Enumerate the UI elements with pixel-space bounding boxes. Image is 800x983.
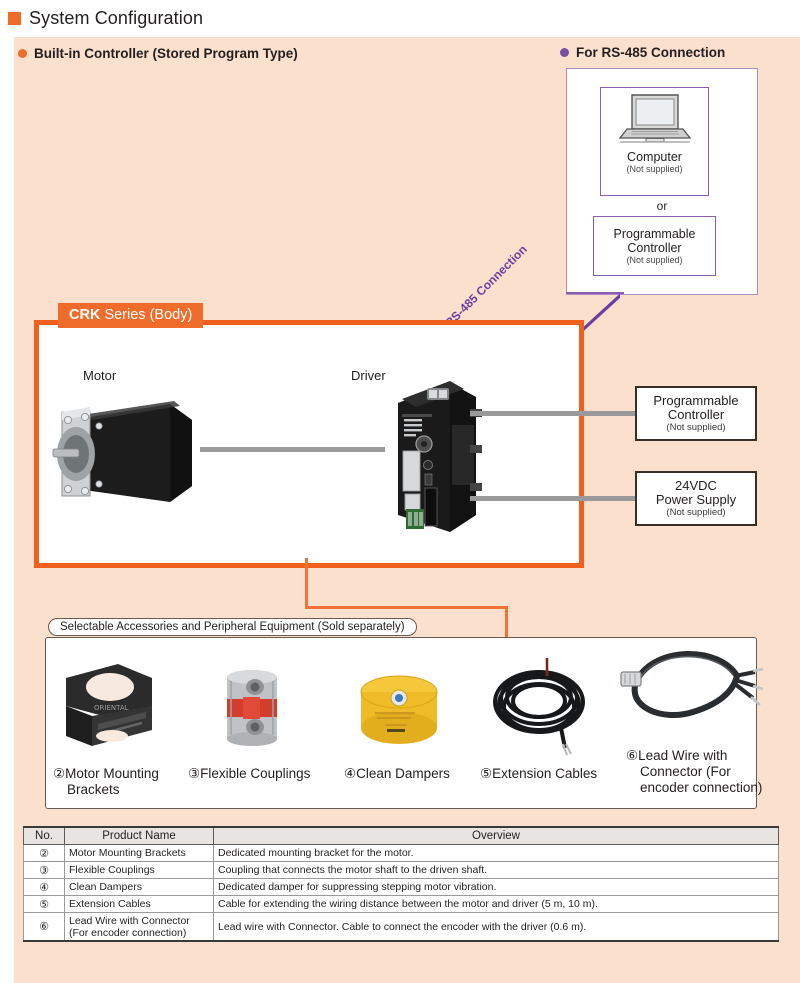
table-head: No. Product Name Overview	[23, 826, 779, 845]
accessory-label-3-line1: Flexible Couplings	[200, 766, 311, 781]
accessory-label-6-line1: Lead Wire with	[638, 748, 728, 763]
clean-damper-icon	[360, 675, 438, 744]
crk-tab-bold: CRK	[69, 307, 101, 323]
page-title-bar: System Configuration	[0, 0, 800, 37]
accessory-number-3: ③	[188, 766, 201, 781]
accessory-label-2-line1: Motor Mounting	[65, 766, 159, 781]
motor-icon	[52, 401, 192, 502]
rs485-device-card: Computer (Not supplied) or Programmable …	[566, 68, 758, 295]
table-cell-no: ⑤	[23, 895, 65, 913]
computer-box: Computer (Not supplied)	[600, 87, 709, 196]
computer-label: Computer	[627, 150, 682, 164]
accessory-label-2-line2: Brackets	[67, 781, 120, 797]
driver-icon	[398, 381, 482, 532]
plc-label-line2: Controller	[627, 241, 682, 255]
accessory-label-2: ②Motor Mounting Brackets	[53, 766, 183, 798]
accessory-label-6-line2: Connector (For	[640, 763, 731, 779]
or-separator: or	[656, 199, 668, 213]
system-configuration-page: System Configuration Built-in Controller…	[0, 0, 800, 983]
table-cell-product-name: Extension Cables	[64, 895, 214, 913]
plc-side-line2: Controller	[667, 407, 725, 422]
table-cell-overview: Dedicated damper for suppressing steppin…	[213, 878, 779, 896]
section-heading-built-in-label: Built-in Controller (Stored Program Type…	[34, 46, 298, 61]
psu-side-note: (Not supplied)	[666, 507, 726, 519]
table-cell-product-name: Clean Dampers	[64, 878, 214, 896]
table-row: ④ Clean Dampers Dedicated damper for suppr…	[23, 878, 779, 896]
accessory-label-6-line3: encoder connection)	[640, 779, 763, 795]
plc-side-note: (Not supplied)	[666, 422, 726, 434]
table-cell-overview: Cable for extending the wiring distance …	[213, 895, 779, 913]
motor-mounting-bracket-icon: ORIENTAL	[66, 664, 152, 746]
table-cell-product-name: Motor Mounting Brackets	[64, 844, 214, 862]
psu-side-line1: 24VDC	[675, 477, 717, 493]
table-cell-overview: Lead wire with Connector. Cable to conne…	[213, 912, 779, 942]
table-cell-product-name: Lead Wire with Connector (For encoder con…	[64, 912, 214, 942]
connector-segment-vertical-1	[305, 558, 308, 609]
computer-note: (Not supplied)	[626, 164, 683, 175]
accessory-label-5-line1: Extension Cables	[492, 766, 598, 781]
accessory-number-2: ②	[53, 766, 66, 781]
svg-text:ORIENTAL: ORIENTAL	[94, 704, 129, 712]
motor-driver-cable	[200, 447, 385, 452]
driver-to-plc-cable	[470, 411, 637, 416]
power-supply-side-box: 24VDC Power Supply (Not supplied)	[635, 471, 757, 526]
driver-to-power-supply-cable	[470, 496, 637, 501]
orange-bullet-icon	[18, 49, 27, 58]
table-cell-product-name: Flexible Couplings	[64, 861, 214, 879]
accessories-tab-label: Selectable Accessories and Peripheral Eq…	[48, 618, 417, 636]
connector-segment-vertical-2	[505, 606, 508, 639]
table-cell-product-name-line2: (For encoder connection)	[69, 926, 187, 939]
table-header-name: Product Name	[64, 826, 214, 845]
table-cell-no: ⑥	[23, 912, 65, 942]
section-heading-rs485: For RS-485 Connection	[560, 45, 725, 60]
table-cell-no: ④	[23, 878, 65, 896]
motor-label: Motor	[83, 368, 117, 383]
accessory-number-4: ④	[344, 766, 357, 781]
laptop-icon	[616, 93, 694, 150]
lead-wire-connector-icon	[620, 651, 764, 718]
table-row: ⑤ Extension Cables Cable for extending the…	[23, 895, 779, 913]
title-marker-icon	[8, 12, 21, 25]
table-row: ③ Flexible Couplings Coupling that connect…	[23, 861, 779, 879]
crk-tab-rest: Series (Body)	[100, 307, 193, 323]
table-header-row: No. Product Name Overview	[23, 826, 779, 845]
table-cell-overview: Coupling that connects the motor shaft t…	[213, 861, 779, 879]
accessory-number-5: ⑤	[480, 766, 493, 781]
accessory-label-5: ⑤Extension Cables	[480, 766, 630, 782]
plc-label-line1: Programmable	[613, 227, 696, 241]
psu-side-line2: Power Supply	[655, 492, 737, 507]
accessory-label-3: ③Flexible Couplings	[188, 766, 338, 782]
table-row: ② Motor Mounting Brackets Dedicated mounti…	[23, 844, 779, 862]
programmable-controller-side-box: Programmable Controller (Not supplied)	[635, 386, 757, 441]
accessory-number-6: ⑥	[626, 748, 639, 763]
extension-cable-icon	[493, 658, 585, 756]
crk-series-tab: CRK Series (Body)	[58, 303, 204, 328]
accessories-table: No. Product Name Overview ② Motor Mountin…	[23, 826, 779, 942]
table-cell-no: ②	[23, 844, 65, 862]
plc-note: (Not supplied)	[626, 255, 683, 265]
table-header-overview: Overview	[213, 826, 779, 845]
page-title: System Configuration	[29, 8, 204, 28]
accessory-label-4: ④Clean Dampers	[344, 766, 484, 782]
section-heading-built-in-controller: Built-in Controller (Stored Program Type…	[18, 46, 298, 61]
accessory-label-6: ⑥Lead Wire with Connector (For encoder c…	[626, 748, 786, 796]
programmable-controller-box: Programmable Controller (Not supplied)	[593, 216, 716, 276]
table-body: ② Motor Mounting Brackets Dedicated mounti…	[23, 844, 779, 942]
table-cell-no: ③	[23, 861, 65, 879]
table-header-no: No.	[23, 826, 65, 845]
connector-segment-horizontal	[305, 606, 508, 609]
table-cell-overview: Dedicated mounting bracket for the motor…	[213, 844, 779, 862]
flexible-coupling-icon	[227, 670, 277, 746]
purple-bullet-icon	[560, 48, 569, 57]
accessory-label-4-line1: Clean Dampers	[356, 766, 450, 781]
section-heading-rs485-label: For RS-485 Connection	[576, 45, 726, 60]
plc-side-line1: Programmable	[653, 392, 739, 408]
table-row: ⑥ Lead Wire with Connector (For encoder co…	[23, 912, 779, 942]
